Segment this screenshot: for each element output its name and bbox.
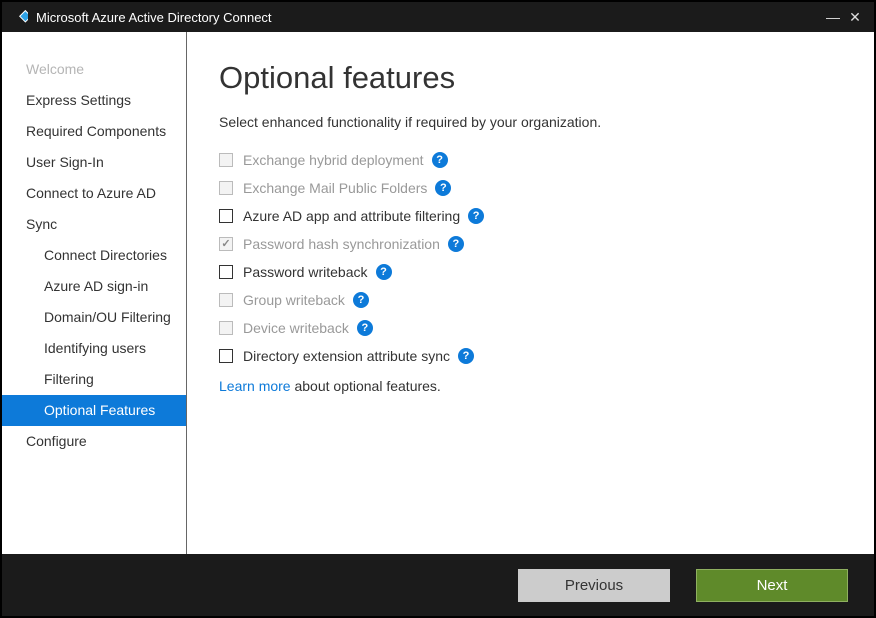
- help-icon[interactable]: ?: [357, 320, 373, 336]
- sidebar-item[interactable]: Sync: [2, 209, 186, 240]
- option-checkbox: [219, 153, 233, 167]
- option-row: Password writeback?: [219, 264, 842, 280]
- option-label: Device writeback: [243, 320, 349, 336]
- option-label: Exchange hybrid deployment: [243, 152, 424, 168]
- option-row: Device writeback?: [219, 320, 842, 336]
- option-row: Password hash synchronization?: [219, 236, 842, 252]
- sidebar: WelcomeExpress SettingsRequired Componen…: [2, 32, 187, 554]
- option-label: Directory extension attribute sync: [243, 348, 450, 364]
- sidebar-item[interactable]: Required Components: [2, 116, 186, 147]
- help-icon[interactable]: ?: [448, 236, 464, 252]
- help-icon[interactable]: ?: [435, 180, 451, 196]
- window-title: Microsoft Azure Active Directory Connect: [36, 10, 272, 25]
- sidebar-item[interactable]: Express Settings: [2, 85, 186, 116]
- help-icon[interactable]: ?: [353, 292, 369, 308]
- sidebar-item[interactable]: Azure AD sign-in: [2, 271, 186, 302]
- sidebar-item[interactable]: Filtering: [2, 364, 186, 395]
- footer: Previous Next: [2, 554, 874, 616]
- option-checkbox[interactable]: [219, 349, 233, 363]
- sidebar-item[interactable]: Optional Features: [2, 395, 186, 426]
- body: WelcomeExpress SettingsRequired Componen…: [2, 32, 874, 554]
- titlebar: Microsoft Azure Active Directory Connect…: [2, 2, 874, 32]
- option-checkbox: [219, 181, 233, 195]
- learn-more-link[interactable]: Learn more: [219, 378, 291, 394]
- window: Microsoft Azure Active Directory Connect…: [0, 0, 876, 618]
- option-checkbox[interactable]: [219, 265, 233, 279]
- option-checkbox: [219, 293, 233, 307]
- option-checkbox[interactable]: [219, 209, 233, 223]
- help-icon[interactable]: ?: [432, 152, 448, 168]
- minimize-button[interactable]: —: [822, 9, 844, 25]
- close-button[interactable]: ✕: [844, 9, 866, 26]
- previous-button[interactable]: Previous: [518, 569, 670, 602]
- option-checkbox: [219, 321, 233, 335]
- help-icon[interactable]: ?: [458, 348, 474, 364]
- help-icon[interactable]: ?: [376, 264, 392, 280]
- next-button[interactable]: Next: [696, 569, 848, 602]
- sidebar-item[interactable]: Welcome: [2, 54, 186, 85]
- options-list: Exchange hybrid deployment?Exchange Mail…: [219, 152, 842, 364]
- page-heading: Optional features: [219, 60, 842, 96]
- sidebar-item[interactable]: Connect Directories: [2, 240, 186, 271]
- option-row: Group writeback?: [219, 292, 842, 308]
- sidebar-item[interactable]: Domain/OU Filtering: [2, 302, 186, 333]
- sidebar-item[interactable]: Configure: [2, 426, 186, 457]
- learn-more-text: about optional features.: [291, 378, 441, 394]
- learn-more-line: Learn more about optional features.: [219, 378, 842, 394]
- app-logo-icon: [10, 8, 28, 26]
- option-row: Directory extension attribute sync?: [219, 348, 842, 364]
- sidebar-item[interactable]: Connect to Azure AD: [2, 178, 186, 209]
- option-checkbox: [219, 237, 233, 251]
- option-label: Password writeback: [243, 264, 368, 280]
- option-label: Group writeback: [243, 292, 345, 308]
- help-icon[interactable]: ?: [468, 208, 484, 224]
- option-label: Password hash synchronization: [243, 236, 440, 252]
- sidebar-item[interactable]: Identifying users: [2, 333, 186, 364]
- option-row: Exchange hybrid deployment?: [219, 152, 842, 168]
- option-row: Exchange Mail Public Folders?: [219, 180, 842, 196]
- option-label: Azure AD app and attribute filtering: [243, 208, 460, 224]
- option-row: Azure AD app and attribute filtering?: [219, 208, 842, 224]
- content: Optional features Select enhanced functi…: [187, 32, 874, 554]
- sidebar-item[interactable]: User Sign-In: [2, 147, 186, 178]
- option-label: Exchange Mail Public Folders: [243, 180, 427, 196]
- page-description: Select enhanced functionality if require…: [219, 114, 842, 130]
